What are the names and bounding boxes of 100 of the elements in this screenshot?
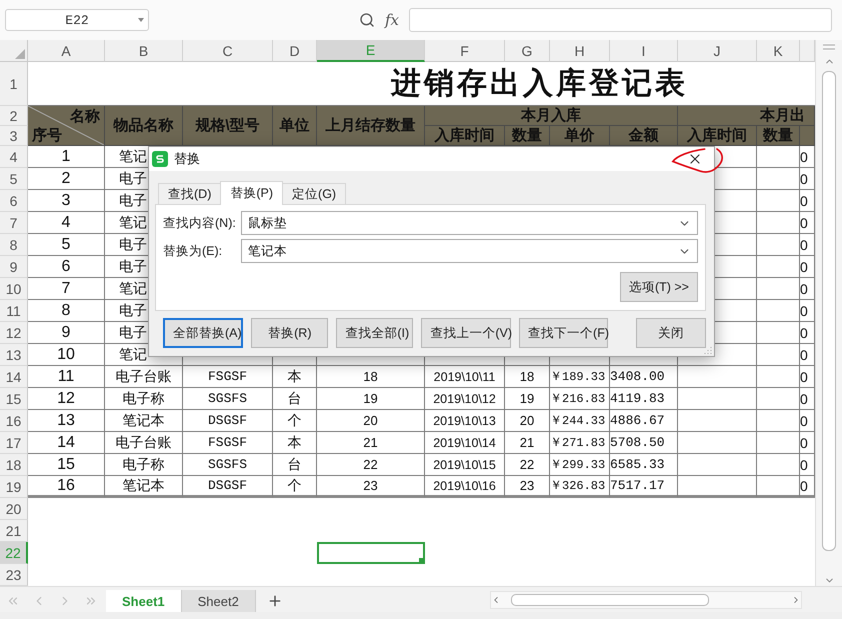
table-cell: 本 — [273, 432, 317, 454]
row-header[interactable]: 21 — [0, 520, 28, 542]
table-cell: 0 — [800, 454, 815, 476]
select-all-icon[interactable] — [15, 49, 25, 59]
table-cell: ￥326.83 — [550, 476, 610, 498]
table-cell: 18 — [505, 366, 550, 388]
row-header[interactable]: 11 — [0, 300, 28, 322]
table-cell: DSGSF — [183, 476, 273, 498]
dialog-button[interactable]: 替换(R) — [251, 318, 328, 348]
row-header[interactable]: 6 — [0, 190, 28, 212]
table-cell: 9 — [28, 322, 105, 344]
formula-input[interactable] — [409, 8, 832, 32]
table-cell: 7517.17 — [610, 476, 678, 498]
split-handle-icon[interactable] — [823, 44, 835, 52]
table-cell — [757, 388, 800, 410]
row-header[interactable]: 14 — [0, 366, 28, 388]
dialog-tab[interactable]: 定位(G) — [282, 183, 346, 204]
table-cell — [757, 234, 800, 256]
header-cell: 入库时间 — [678, 126, 757, 146]
column-header[interactable]: F — [425, 40, 505, 62]
header-cell: 本月出 — [678, 106, 815, 126]
column-header[interactable]: K — [757, 40, 800, 62]
table-cell: 0 — [800, 278, 815, 300]
table-cell: 23 — [317, 476, 425, 498]
table-cell: 0 — [800, 388, 815, 410]
table-cell: 14 — [28, 432, 105, 454]
table-cell: 0 — [800, 410, 815, 432]
row-header[interactable]: 18 — [0, 454, 28, 476]
fx-label: fx — [385, 11, 400, 29]
table-cell: 5708.50 — [610, 432, 678, 454]
table-cell: 0 — [800, 476, 815, 498]
table-cell: 0 — [800, 256, 815, 278]
column-header[interactable]: I — [610, 40, 678, 62]
table-cell: 笔记本 — [105, 476, 183, 498]
table-cell: 0 — [800, 432, 815, 454]
row-header[interactable]: 9 — [0, 256, 28, 278]
row-header[interactable]: 12 — [0, 322, 28, 344]
row-header[interactable]: 13 — [0, 344, 28, 366]
table-cell — [757, 256, 800, 278]
table-cell: 电子称 — [105, 388, 183, 410]
zoom-icon[interactable] — [359, 12, 375, 28]
row-header[interactable]: 8 — [0, 234, 28, 256]
table-cell: 台 — [273, 454, 317, 476]
dialog-tab[interactable]: 替换(P) — [220, 181, 284, 205]
row-header[interactable]: 15 — [0, 388, 28, 410]
header-cell — [800, 126, 815, 146]
row-header[interactable]: 17 — [0, 432, 28, 454]
resize-grip-icon[interactable] — [704, 346, 712, 354]
dialog-tab[interactable]: 查找(D) — [158, 183, 222, 204]
column-header[interactable] — [800, 40, 815, 62]
row-header[interactable]: 16 — [0, 410, 28, 432]
dialog-button[interactable]: 关闭 — [636, 318, 706, 348]
table-cell — [757, 432, 800, 454]
dialog-button[interactable]: 全部替换(A) — [163, 318, 244, 348]
sheet-tab[interactable]: Sheet1 — [106, 590, 182, 612]
table-cell: 2019\10\12 — [425, 388, 505, 410]
row-header[interactable]: 19 — [0, 476, 28, 498]
dialog-button[interactable]: 查找全部(I) — [336, 318, 414, 348]
table-cell: 22 — [505, 454, 550, 476]
header-cell: 上月结存数量 — [317, 106, 425, 146]
column-header[interactable]: J — [678, 40, 757, 62]
row-header[interactable]: 7 — [0, 212, 28, 234]
row-header[interactable]: 23 — [0, 564, 28, 586]
column-header[interactable]: H — [550, 40, 610, 62]
table-cell: 4119.83 — [610, 388, 678, 410]
dialog-button[interactable]: 查找下一个(F) — [519, 318, 608, 348]
combo-field[interactable]: 笔记本 — [241, 239, 698, 263]
table-cell: ￥216.83 — [550, 388, 610, 410]
name-box[interactable]: E22 — [5, 9, 149, 31]
row-header[interactable]: 10 — [0, 278, 28, 300]
column-header[interactable]: G — [505, 40, 550, 62]
table-cell — [757, 366, 800, 388]
selected-cell[interactable] — [317, 542, 425, 564]
table-cell: 3 — [28, 190, 105, 212]
table-cell — [757, 476, 800, 498]
table-cell: ￥244.33 — [550, 410, 610, 432]
sheet-tab[interactable]: Sheet2 — [182, 590, 256, 612]
vertical-scrollbar[interactable] — [815, 40, 842, 586]
column-header[interactable]: C — [183, 40, 273, 62]
combo-field[interactable]: 鼠标垫 — [241, 211, 698, 235]
column-header[interactable]: A — [28, 40, 105, 62]
column-header[interactable]: D — [273, 40, 317, 62]
row-header[interactable]: 20 — [0, 498, 28, 520]
options-button[interactable]: 选项(T) >> — [620, 272, 698, 302]
table-cell: ￥189.33 — [550, 366, 610, 388]
row-header[interactable]: 3 — [0, 126, 28, 146]
table-cell: 18 — [317, 366, 425, 388]
row-header[interactable]: 4 — [0, 146, 28, 168]
column-header[interactable]: B — [105, 40, 183, 62]
dialog-button[interactable]: 查找上一个(V) — [421, 318, 512, 348]
horizontal-scrollbar[interactable] — [490, 591, 802, 609]
row-header[interactable]: 5 — [0, 168, 28, 190]
table-cell: 4886.67 — [610, 410, 678, 432]
table-cell — [757, 322, 800, 344]
row-header[interactable]: 2 — [0, 106, 28, 126]
table-cell: 笔记本 — [105, 410, 183, 432]
plus-icon[interactable] — [266, 593, 283, 609]
table-cell: 0 — [800, 168, 815, 190]
table-cell: FSGSF — [183, 432, 273, 454]
row-header[interactable]: 1 — [0, 62, 28, 106]
